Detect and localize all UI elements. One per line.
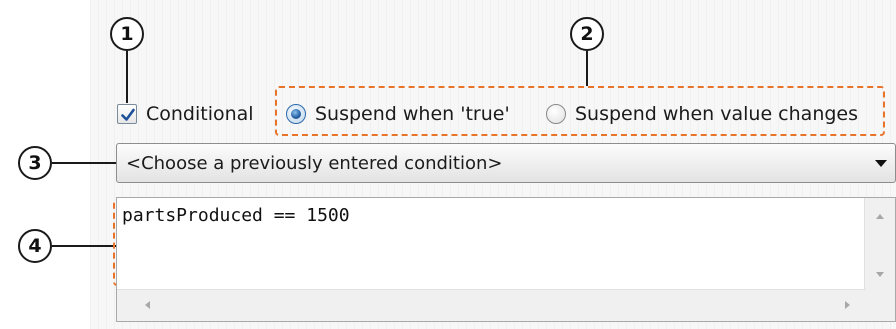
suspend-when-true-radio[interactable]: [286, 104, 306, 124]
vertical-scrollbar[interactable]: [864, 198, 895, 290]
dropdown-arrow-icon[interactable]: [875, 160, 887, 167]
callout-2-leader: [586, 51, 588, 86]
callout-3: 3: [18, 146, 52, 180]
callout-2: 2: [570, 17, 604, 51]
scroll-up-arrow-icon[interactable]: [876, 214, 884, 219]
scrollbar-corner: [865, 290, 895, 321]
conditional-label: Conditional: [146, 103, 254, 125]
conditional-checkbox[interactable]: [117, 104, 137, 124]
callout-4: 4: [18, 229, 52, 263]
scroll-right-arrow-icon[interactable]: [845, 301, 850, 309]
condition-history-dropdown[interactable]: <Choose a previously entered condition>: [116, 143, 896, 183]
checkmark-icon: [121, 108, 135, 121]
callout-1: 1: [110, 17, 144, 51]
callout-1-number: 1: [120, 23, 134, 45]
callout-2-number: 2: [580, 23, 594, 45]
suspend-when-value-changes-radio[interactable]: [546, 104, 566, 124]
suspend-when-value-changes-label: Suspend when value changes: [575, 103, 859, 125]
callout-4-leader: [52, 245, 116, 247]
callout-4-number: 4: [28, 235, 42, 257]
scroll-down-arrow-icon[interactable]: [876, 272, 884, 277]
condition-expression-editor[interactable]: partsProduced == 1500: [116, 197, 896, 322]
condition-history-value: <Choose a previously entered condition>: [126, 153, 503, 174]
scroll-left-arrow-icon[interactable]: [145, 301, 150, 309]
callout-3-number: 3: [28, 152, 42, 174]
condition-expression-text[interactable]: partsProduced == 1500: [122, 205, 350, 226]
callout-3-leader: [52, 162, 116, 164]
radio-selected-dot: [291, 109, 301, 119]
suspend-when-true-label: Suspend when 'true': [315, 103, 510, 125]
callout-1-leader: [126, 51, 128, 103]
horizontal-scrollbar[interactable]: [117, 289, 866, 321]
